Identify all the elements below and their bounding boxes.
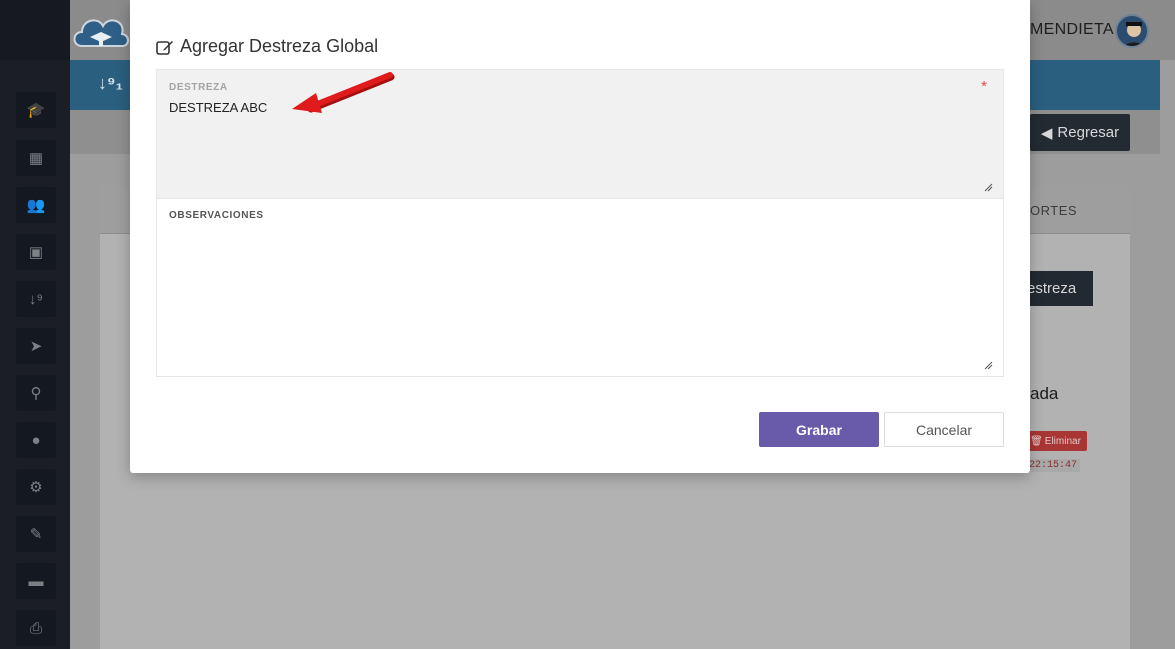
sidebar-item-cogs[interactable]: ⚙: [16, 469, 56, 505]
destreza-textarea[interactable]: DESTREZA * DESTREZA ABC: [156, 69, 1004, 199]
car-icon: ▬: [28, 572, 44, 590]
regresar-button[interactable]: ◀ Regresar: [1030, 114, 1130, 151]
cancelar-button[interactable]: Cancelar: [884, 412, 1004, 447]
print-icon: ⎙: [29, 619, 42, 637]
sort-numeric-icon: ↓⁹₁: [98, 73, 123, 93]
edit-icon: [156, 40, 173, 55]
paint-brush-icon: ✎: [29, 526, 43, 543]
grabar-button[interactable]: Grabar: [759, 412, 879, 447]
bicycle-icon: ⚲: [30, 385, 42, 402]
user-name[interactable]: MENDIETA: [1030, 21, 1114, 39]
tab-reportes[interactable]: ORTES: [1030, 203, 1077, 218]
add-destreza-modal: Agregar Destreza Global DESTREZA * DESTR…: [130, 0, 1030, 473]
logo-area: [0, 0, 70, 60]
sidebar-item-graduation-cap[interactable]: 🎓: [16, 92, 56, 128]
list-item-title: ada: [1030, 384, 1059, 403]
sidebar-item-user[interactable]: ●: [16, 422, 56, 458]
paper-plane-icon: ➤: [29, 338, 43, 355]
sidebar-item-print[interactable]: ⎙: [16, 610, 56, 646]
sort-numeric-icon: ↓⁹: [29, 290, 43, 308]
sidebar-item-sort-numeric[interactable]: ↓⁹: [16, 281, 56, 317]
logo-cloud-icon[interactable]: [70, 8, 132, 54]
modal-title: Agregar Destreza Global: [156, 36, 378, 57]
arrow-circle-left-icon: ◀: [1040, 124, 1053, 142]
cogs-icon: ⚙: [29, 479, 43, 496]
resize-handle-icon[interactable]: [984, 361, 993, 370]
user-icon: ●: [31, 431, 41, 449]
sidebar-item-paper-plane[interactable]: ➤: [16, 328, 56, 364]
modal-title-text: Agregar Destreza Global: [180, 36, 379, 56]
sidebar-item-car[interactable]: ▬: [16, 563, 56, 599]
money-icon: ▣: [28, 244, 44, 261]
eliminar-button[interactable]: 🗑 Eliminar: [1024, 431, 1087, 451]
users-icon: 👥: [26, 197, 46, 214]
sidebar-item-users[interactable]: 👥: [16, 187, 56, 223]
timestamp: 22:15:47: [1026, 459, 1081, 472]
sidebar-item-calendar[interactable]: ▦: [16, 140, 56, 176]
resize-handle-icon[interactable]: [984, 183, 993, 192]
avatar[interactable]: [1115, 14, 1149, 48]
regresar-label: Regresar: [1057, 124, 1120, 141]
observaciones-textarea[interactable]: OBSERVACIONES: [156, 199, 1004, 377]
trash-icon: 🗑: [1030, 435, 1043, 447]
sidebar-item-bicycle[interactable]: ⚲: [16, 375, 56, 411]
sidebar-item-money[interactable]: ▣: [16, 234, 56, 270]
destreza-label: DESTREZA: [169, 82, 228, 93]
add-destreza-label: estreza: [1027, 280, 1077, 297]
destreza-value: DESTREZA ABC: [169, 100, 268, 115]
graduation-cap-icon: 🎓: [26, 102, 46, 119]
eliminar-label: Eliminar: [1044, 435, 1081, 447]
sidebar-item-paint-brush[interactable]: ✎: [16, 516, 56, 552]
calendar-icon: ▦: [28, 150, 44, 167]
observaciones-label: OBSERVACIONES: [169, 210, 264, 221]
required-marker: *: [981, 78, 987, 95]
